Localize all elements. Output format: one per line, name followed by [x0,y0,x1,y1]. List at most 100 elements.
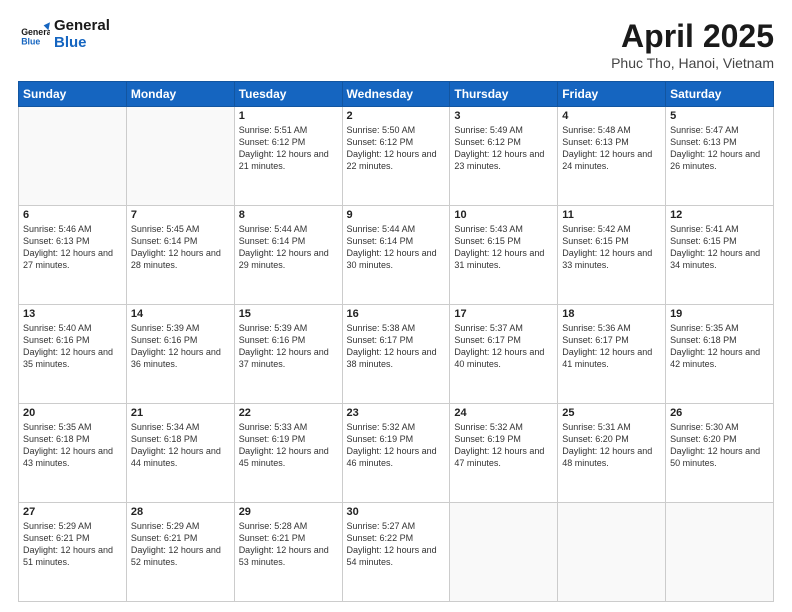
calendar-cell: 25 Sunrise: 5:31 AM Sunset: 6:20 PM Dayli… [558,404,666,503]
day-number: 2 [347,110,446,122]
day-number: 5 [670,110,769,122]
calendar-cell: 10 Sunrise: 5:43 AM Sunset: 6:15 PM Dayli… [450,206,558,305]
calendar-cell [19,107,127,206]
day-info: Sunrise: 5:50 AM Sunset: 6:12 PM Dayligh… [347,124,446,173]
day-number: 19 [670,308,769,320]
day-number: 17 [454,308,553,320]
day-number: 13 [23,308,122,320]
day-number: 22 [239,407,338,419]
day-info: Sunrise: 5:27 AM Sunset: 6:22 PM Dayligh… [347,520,446,569]
calendar-cell: 1Sunrise: 5:51 AM Sunset: 6:12 PM Daylig… [234,107,342,206]
day-number: 29 [239,506,338,518]
calendar-cell: 21 Sunrise: 5:34 AM Sunset: 6:18 PM Dayli… [126,404,234,503]
day-number: 25 [562,407,661,419]
calendar-cell: 26Sunrise: 5:30 AM Sunset: 6:20 PM Dayli… [666,404,774,503]
calendar-cell: 13 Sunrise: 5:40 AM Sunset: 6:16 PM Dayli… [19,305,127,404]
day-number: 15 [239,308,338,320]
day-number: 1 [239,110,338,122]
day-info: Sunrise: 5:35 AM Sunset: 6:18 PM Dayligh… [670,322,769,371]
day-info: Sunrise: 5:43 AM Sunset: 6:15 PM Dayligh… [454,223,553,272]
day-number: 16 [347,308,446,320]
month-title: April 2025 [611,18,774,55]
day-number: 24 [454,407,553,419]
calendar-table: SundayMondayTuesdayWednesdayThursdayFrid… [18,81,774,602]
calendar-cell: 8 Sunrise: 5:44 AM Sunset: 6:14 PM Daylig… [234,206,342,305]
day-info: Sunrise: 5:39 AM Sunset: 6:16 PM Dayligh… [239,322,338,371]
location-subtitle: Phuc Tho, Hanoi, Vietnam [611,55,774,71]
calendar-cell [450,503,558,602]
weekday-header-wednesday: Wednesday [342,82,450,107]
day-info: Sunrise: 5:45 AM Sunset: 6:14 PM Dayligh… [131,223,230,272]
svg-text:Blue: Blue [21,36,40,46]
weekday-header-saturday: Saturday [666,82,774,107]
calendar-week-row: 6 Sunrise: 5:46 AM Sunset: 6:13 PM Daylig… [19,206,774,305]
day-number: 3 [454,110,553,122]
day-number: 21 [131,407,230,419]
calendar-cell: 23 Sunrise: 5:32 AM Sunset: 6:19 PM Dayli… [342,404,450,503]
header: General Blue General Blue April 2025 Phu… [18,18,774,71]
logo-text-general: General [54,18,110,35]
calendar-cell: 16 Sunrise: 5:38 AM Sunset: 6:17 PM Dayli… [342,305,450,404]
logo: General Blue General Blue [18,18,110,51]
day-info: Sunrise: 5:39 AM Sunset: 6:16 PM Dayligh… [131,322,230,371]
day-info: Sunrise: 5:46 AM Sunset: 6:13 PM Dayligh… [23,223,122,272]
calendar-cell: 15 Sunrise: 5:39 AM Sunset: 6:16 PM Dayli… [234,305,342,404]
day-info: Sunrise: 5:36 AM Sunset: 6:17 PM Dayligh… [562,322,661,371]
day-info: Sunrise: 5:32 AM Sunset: 6:19 PM Dayligh… [347,421,446,470]
calendar-cell: 24 Sunrise: 5:32 AM Sunset: 6:19 PM Dayli… [450,404,558,503]
day-info: Sunrise: 5:34 AM Sunset: 6:18 PM Dayligh… [131,421,230,470]
day-number: 12 [670,209,769,221]
day-info: Sunrise: 5:28 AM Sunset: 6:21 PM Dayligh… [239,520,338,569]
day-info: Sunrise: 5:32 AM Sunset: 6:19 PM Dayligh… [454,421,553,470]
weekday-header-thursday: Thursday [450,82,558,107]
calendar-cell: 11Sunrise: 5:42 AM Sunset: 6:15 PM Dayli… [558,206,666,305]
day-number: 4 [562,110,661,122]
day-number: 23 [347,407,446,419]
title-block: April 2025 Phuc Tho, Hanoi, Vietnam [611,18,774,71]
calendar-cell: 29 Sunrise: 5:28 AM Sunset: 6:21 PM Dayli… [234,503,342,602]
day-info: Sunrise: 5:44 AM Sunset: 6:14 PM Dayligh… [347,223,446,272]
calendar-week-row: 20Sunrise: 5:35 AM Sunset: 6:18 PM Dayli… [19,404,774,503]
day-info: Sunrise: 5:33 AM Sunset: 6:19 PM Dayligh… [239,421,338,470]
calendar-cell: 2 Sunrise: 5:50 AM Sunset: 6:12 PM Daylig… [342,107,450,206]
calendar-cell: 6 Sunrise: 5:46 AM Sunset: 6:13 PM Daylig… [19,206,127,305]
calendar-cell: 17 Sunrise: 5:37 AM Sunset: 6:17 PM Dayli… [450,305,558,404]
day-info: Sunrise: 5:49 AM Sunset: 6:12 PM Dayligh… [454,124,553,173]
calendar-cell: 4 Sunrise: 5:48 AM Sunset: 6:13 PM Daylig… [558,107,666,206]
logo-text-blue: Blue [54,35,110,52]
calendar-cell: 20Sunrise: 5:35 AM Sunset: 6:18 PM Dayli… [19,404,127,503]
day-number: 7 [131,209,230,221]
day-info: Sunrise: 5:38 AM Sunset: 6:17 PM Dayligh… [347,322,446,371]
day-info: Sunrise: 5:44 AM Sunset: 6:14 PM Dayligh… [239,223,338,272]
logo-icon: General Blue [18,19,50,51]
day-info: Sunrise: 5:29 AM Sunset: 6:21 PM Dayligh… [23,520,122,569]
day-info: Sunrise: 5:48 AM Sunset: 6:13 PM Dayligh… [562,124,661,173]
day-info: Sunrise: 5:31 AM Sunset: 6:20 PM Dayligh… [562,421,661,470]
day-number: 18 [562,308,661,320]
calendar-cell: 9Sunrise: 5:44 AM Sunset: 6:14 PM Daylig… [342,206,450,305]
day-info: Sunrise: 5:41 AM Sunset: 6:15 PM Dayligh… [670,223,769,272]
day-info: Sunrise: 5:40 AM Sunset: 6:16 PM Dayligh… [23,322,122,371]
calendar-cell: 14 Sunrise: 5:39 AM Sunset: 6:16 PM Dayli… [126,305,234,404]
calendar-cell: 12 Sunrise: 5:41 AM Sunset: 6:15 PM Dayli… [666,206,774,305]
day-number: 10 [454,209,553,221]
svg-text:General: General [21,27,50,37]
calendar-cell [666,503,774,602]
day-number: 8 [239,209,338,221]
day-info: Sunrise: 5:42 AM Sunset: 6:15 PM Dayligh… [562,223,661,272]
calendar-cell: 7 Sunrise: 5:45 AM Sunset: 6:14 PM Daylig… [126,206,234,305]
calendar-cell: 18 Sunrise: 5:36 AM Sunset: 6:17 PM Dayli… [558,305,666,404]
weekday-header-sunday: Sunday [19,82,127,107]
calendar-cell [558,503,666,602]
day-number: 6 [23,209,122,221]
day-number: 28 [131,506,230,518]
calendar-week-row: 1Sunrise: 5:51 AM Sunset: 6:12 PM Daylig… [19,107,774,206]
calendar-week-row: 13 Sunrise: 5:40 AM Sunset: 6:16 PM Dayli… [19,305,774,404]
day-info: Sunrise: 5:30 AM Sunset: 6:20 PM Dayligh… [670,421,769,470]
calendar-week-row: 27Sunrise: 5:29 AM Sunset: 6:21 PM Dayli… [19,503,774,602]
day-number: 14 [131,308,230,320]
day-info: Sunrise: 5:47 AM Sunset: 6:13 PM Dayligh… [670,124,769,173]
day-info: Sunrise: 5:37 AM Sunset: 6:17 PM Dayligh… [454,322,553,371]
weekday-header-monday: Monday [126,82,234,107]
weekday-header-friday: Friday [558,82,666,107]
